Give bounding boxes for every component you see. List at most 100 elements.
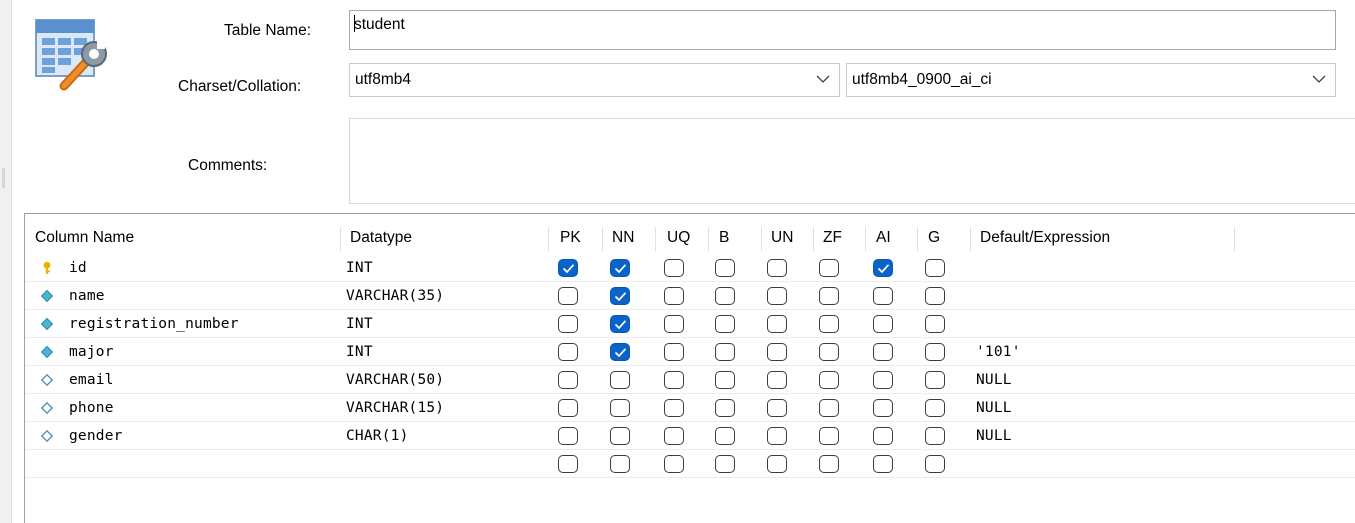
default-expression-cell[interactable]: '101' [976, 338, 1021, 366]
ai-checkbox[interactable] [873, 399, 893, 417]
nn-checkbox[interactable] [610, 427, 630, 445]
pk-checkbox[interactable] [558, 399, 578, 417]
nn-checkbox[interactable] [610, 371, 630, 389]
column-name-cell[interactable]: major [69, 338, 114, 366]
uq-checkbox[interactable] [664, 371, 684, 389]
column-name-cell[interactable]: email [69, 366, 114, 394]
uq-checkbox[interactable] [664, 455, 684, 473]
header-divider[interactable] [865, 227, 866, 251]
zf-checkbox[interactable] [819, 343, 839, 361]
datatype-cell[interactable]: VARCHAR(15) [346, 394, 444, 422]
nn-checkbox[interactable] [610, 455, 630, 473]
pk-checkbox[interactable] [558, 427, 578, 445]
splitter-grip[interactable] [2, 168, 5, 188]
un-checkbox[interactable] [767, 259, 787, 277]
header-divider[interactable] [655, 227, 656, 251]
uq-checkbox[interactable] [664, 343, 684, 361]
header-ai[interactable]: AI [876, 225, 891, 251]
b-checkbox[interactable] [715, 259, 735, 277]
header-divider[interactable] [917, 227, 918, 251]
uq-checkbox[interactable] [664, 315, 684, 333]
g-checkbox[interactable] [925, 371, 945, 389]
zf-checkbox[interactable] [819, 427, 839, 445]
ai-checkbox[interactable] [873, 315, 893, 333]
g-checkbox[interactable] [925, 399, 945, 417]
column-name-cell[interactable]: registration_number [69, 310, 239, 338]
chevron-down-icon[interactable] [1312, 74, 1326, 84]
un-checkbox[interactable] [767, 343, 787, 361]
ai-checkbox[interactable] [873, 427, 893, 445]
header-divider[interactable] [1234, 227, 1235, 251]
column-name-cell[interactable]: id [69, 254, 87, 282]
zf-checkbox[interactable] [819, 315, 839, 333]
header-divider[interactable] [602, 227, 603, 251]
column-name-cell[interactable]: gender [69, 422, 123, 450]
uq-checkbox[interactable] [664, 287, 684, 305]
table-row[interactable]: gender CHAR(1) NULL [25, 422, 1355, 450]
header-divider[interactable] [813, 227, 814, 251]
zf-checkbox[interactable] [819, 287, 839, 305]
header-divider[interactable] [970, 227, 971, 251]
b-checkbox[interactable] [715, 399, 735, 417]
header-column-name[interactable]: Column Name [35, 225, 134, 251]
table-row[interactable]: major INT '101' [25, 338, 1355, 366]
table-row[interactable]: id INT [25, 254, 1355, 282]
table-row[interactable]: email VARCHAR(50) NULL [25, 366, 1355, 394]
header-b[interactable]: B [719, 225, 729, 251]
g-checkbox[interactable] [925, 427, 945, 445]
un-checkbox[interactable] [767, 371, 787, 389]
datatype-cell[interactable]: CHAR(1) [346, 422, 409, 450]
table-row[interactable]: name VARCHAR(35) [25, 282, 1355, 310]
b-checkbox[interactable] [715, 427, 735, 445]
header-divider[interactable] [340, 227, 341, 251]
header-zf[interactable]: ZF [823, 225, 842, 251]
header-divider[interactable] [761, 227, 762, 251]
pk-checkbox[interactable] [558, 315, 578, 333]
pk-checkbox[interactable] [558, 455, 578, 473]
datatype-cell[interactable]: INT [346, 310, 373, 338]
uq-checkbox[interactable] [664, 259, 684, 277]
chevron-down-icon[interactable] [816, 74, 830, 84]
b-checkbox[interactable] [715, 287, 735, 305]
header-datatype[interactable]: Datatype [350, 225, 412, 251]
header-nn[interactable]: NN [612, 225, 634, 251]
un-checkbox[interactable] [767, 399, 787, 417]
column-name-cell[interactable]: name [69, 282, 105, 310]
g-checkbox[interactable] [925, 315, 945, 333]
table-row[interactable]: phone VARCHAR(15) NULL [25, 394, 1355, 422]
zf-checkbox[interactable] [819, 259, 839, 277]
collation-select[interactable]: utf8mb4_0900_ai_ci [846, 63, 1336, 97]
uq-checkbox[interactable] [664, 427, 684, 445]
default-expression-cell[interactable]: NULL [976, 366, 1012, 394]
datatype-cell[interactable]: VARCHAR(50) [346, 366, 444, 394]
pk-checkbox[interactable] [558, 371, 578, 389]
g-checkbox[interactable] [925, 455, 945, 473]
header-pk[interactable]: PK [560, 225, 581, 251]
un-checkbox[interactable] [767, 427, 787, 445]
pk-checkbox[interactable] [558, 287, 578, 305]
ai-checkbox[interactable] [873, 287, 893, 305]
table-name-input[interactable]: student [349, 10, 1336, 50]
nn-checkbox[interactable] [610, 315, 630, 333]
b-checkbox[interactable] [715, 455, 735, 473]
b-checkbox[interactable] [715, 343, 735, 361]
datatype-cell[interactable]: VARCHAR(35) [346, 282, 444, 310]
ai-checkbox[interactable] [873, 371, 893, 389]
zf-checkbox[interactable] [819, 371, 839, 389]
b-checkbox[interactable] [715, 371, 735, 389]
default-expression-cell[interactable]: NULL [976, 394, 1012, 422]
zf-checkbox[interactable] [819, 455, 839, 473]
ai-checkbox[interactable] [873, 259, 893, 277]
g-checkbox[interactable] [925, 343, 945, 361]
g-checkbox[interactable] [925, 287, 945, 305]
header-un[interactable]: UN [771, 225, 793, 251]
comments-textarea[interactable] [349, 118, 1355, 204]
un-checkbox[interactable] [767, 287, 787, 305]
default-expression-cell[interactable]: NULL [976, 422, 1012, 450]
un-checkbox[interactable] [767, 455, 787, 473]
nn-checkbox[interactable] [610, 287, 630, 305]
datatype-cell[interactable]: INT [346, 338, 373, 366]
columns-grid[interactable]: Column Name Datatype PK NN UQ B UN ZF AI… [24, 213, 1355, 523]
header-default-expression[interactable]: Default/Expression [980, 225, 1110, 251]
header-divider[interactable] [708, 227, 709, 251]
